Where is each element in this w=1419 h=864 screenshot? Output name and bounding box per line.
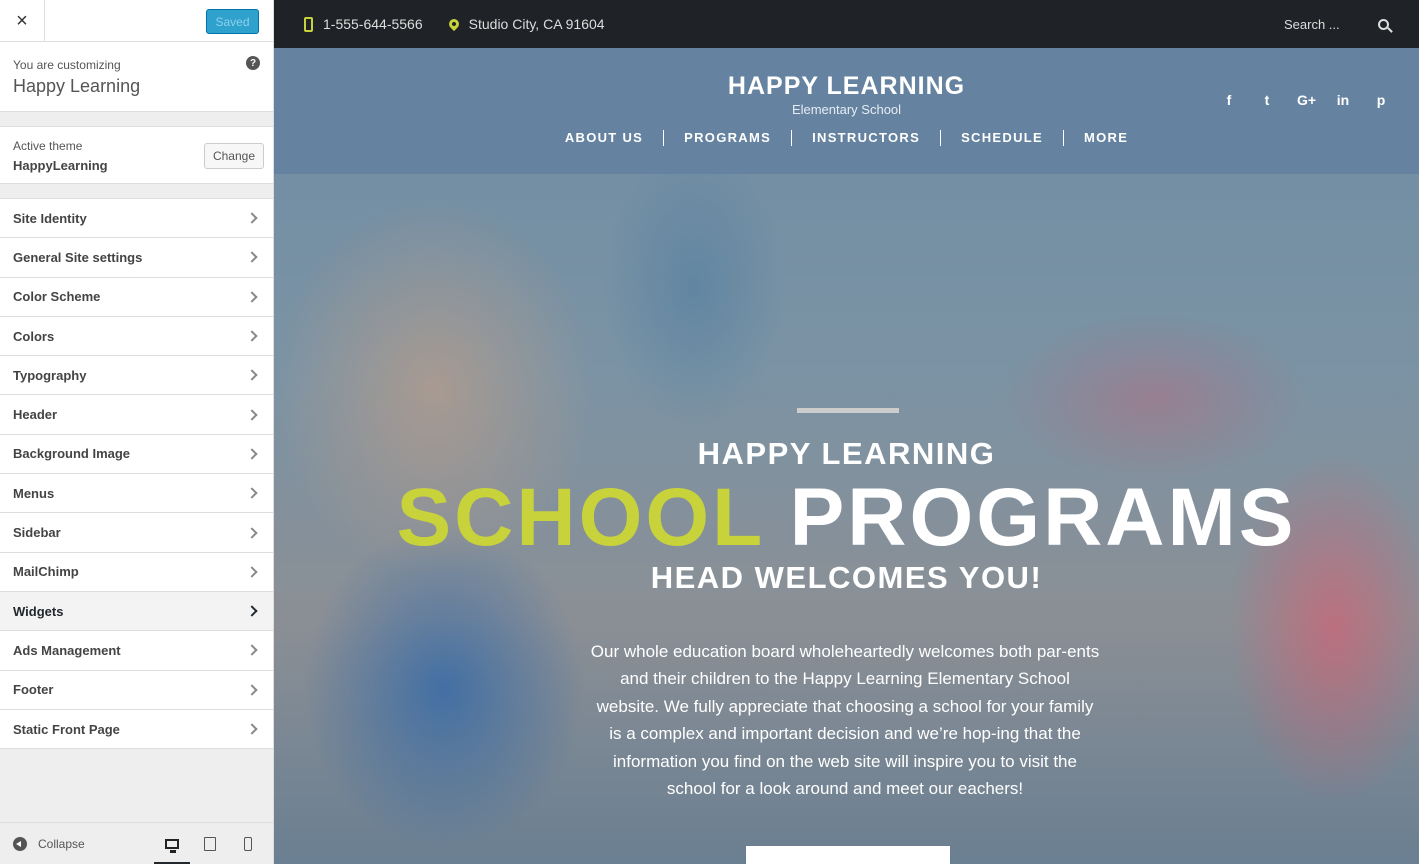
- section-label: Header: [13, 407, 58, 423]
- chevron-right-icon: [246, 291, 258, 303]
- help-icon[interactable]: ?: [246, 56, 260, 70]
- site-name: Happy Learning: [13, 76, 141, 96]
- hero-body-text: Our whole education board wholeheartedly…: [590, 642, 1100, 799]
- section-widgets[interactable]: Widgets: [0, 591, 273, 632]
- hero-kicker: HAPPY LEARNING: [697, 436, 996, 471]
- section-color-scheme[interactable]: Color Scheme: [0, 277, 273, 317]
- phone-number[interactable]: 1-555-644-5566: [323, 16, 423, 32]
- section-mailchimp[interactable]: MailChimp: [0, 552, 273, 592]
- topbar: 1-555-644-5566 Studio City, CA 91604: [274, 0, 1419, 48]
- section-label: Background Image: [13, 446, 131, 462]
- saved-button[interactable]: Saved: [206, 9, 259, 34]
- section-label: Menus: [13, 485, 55, 501]
- change-theme-button[interactable]: Change: [204, 143, 264, 169]
- search-input[interactable]: [1284, 16, 1370, 32]
- twitter-icon[interactable]: t: [1259, 92, 1275, 108]
- topbar-address: Studio City, CA 91604: [446, 16, 605, 32]
- section-footer[interactable]: Footer: [0, 670, 273, 710]
- chevron-right-icon: [246, 723, 258, 735]
- social-links: f t G+ in p: [1221, 92, 1389, 108]
- chevron-right-icon: [246, 684, 258, 696]
- chevron-right-icon: [246, 487, 258, 499]
- collapse-icon[interactable]: [13, 836, 27, 851]
- section-label: Sidebar: [13, 525, 61, 541]
- chevron-right-icon: [246, 212, 258, 224]
- section-label: General Site settings: [13, 249, 143, 265]
- section-colors[interactable]: Colors: [0, 316, 273, 357]
- section-label: Color Scheme: [13, 289, 101, 305]
- section-label: Typography: [13, 367, 87, 383]
- nav-item-more[interactable]: MORE: [1062, 130, 1148, 146]
- chevron-right-icon: [246, 605, 258, 617]
- customizing-info: You are customizing Happy Learning ?: [0, 42, 273, 112]
- customizing-label: You are customizing: [13, 58, 121, 72]
- section-header[interactable]: Header: [0, 395, 273, 435]
- desktop-preview-button[interactable]: [154, 829, 190, 864]
- section-label: Colors: [13, 328, 55, 344]
- tablet-icon: [204, 836, 216, 851]
- customizer-sidebar: × Saved You are customizing Happy Learni…: [0, 0, 274, 864]
- active-theme-panel: Active theme HappyLearning Change: [0, 126, 273, 184]
- phone-icon: [304, 16, 313, 32]
- chevron-right-icon: [246, 526, 258, 539]
- google-plus-icon[interactable]: G+: [1297, 92, 1316, 108]
- chevron-right-icon: [246, 251, 258, 264]
- chevron-right-icon: [246, 330, 258, 342]
- section-typography[interactable]: Typography: [0, 356, 273, 396]
- pinterest-icon[interactable]: p: [1373, 92, 1389, 108]
- desktop-icon: [165, 838, 179, 853]
- section-label: Ads Management: [13, 642, 121, 658]
- hero-subtitle: HEAD WELCOMES YOU!: [650, 560, 1043, 595]
- address: Studio City, CA 91604: [468, 16, 605, 32]
- site-search: [1284, 16, 1389, 32]
- close-customizer-button[interactable]: ×: [0, 0, 45, 42]
- chevron-right-icon: [246, 369, 258, 381]
- section-general-site-settings[interactable]: General Site settings: [0, 238, 273, 278]
- section-background-image[interactable]: Background Image: [0, 434, 273, 475]
- nav-item-about-us[interactable]: ABOUT US: [545, 130, 663, 146]
- facebook-icon[interactable]: f: [1221, 92, 1237, 108]
- topbar-phone: 1-555-644-5566: [304, 16, 423, 32]
- nav-item-instructors[interactable]: INSTRUCTORS: [791, 130, 940, 146]
- chevron-right-icon: [246, 448, 258, 460]
- map-pin-icon: [446, 16, 461, 32]
- section-label: Static Front Page: [13, 721, 120, 737]
- nav-item-schedule[interactable]: SCHEDULE: [940, 130, 1063, 146]
- section-label: Footer: [13, 682, 54, 698]
- mobile-icon: [244, 836, 252, 851]
- hero-title-accent: SCHOOL: [396, 472, 764, 563]
- section-ads-management[interactable]: Ads Management: [0, 631, 273, 671]
- main-navigation: ABOUT US PROGRAMS INSTRUCTORS SCHEDULE MORE: [274, 130, 1419, 146]
- section-menus[interactable]: Menus: [0, 474, 273, 514]
- hero-title-rest: PROGRAMS: [789, 472, 1297, 563]
- section-site-identity[interactable]: Site Identity: [0, 199, 273, 239]
- nav-item-programs[interactable]: PROGRAMS: [663, 130, 791, 146]
- section-label: MailChimp: [13, 564, 79, 580]
- customizer-header: × Saved: [0, 0, 273, 42]
- section-label: Widgets: [13, 603, 64, 619]
- section-label: Site Identity: [13, 210, 87, 226]
- mobile-preview-button[interactable]: [236, 829, 260, 859]
- site-preview: 1-555-644-5566 Studio City, CA 91604 HAP…: [274, 0, 1419, 864]
- linkedin-icon[interactable]: in: [1335, 92, 1351, 108]
- device-preview-buttons: [154, 829, 260, 864]
- chevron-right-icon: [246, 408, 258, 421]
- section-static-front-page[interactable]: Static Front Page: [0, 709, 273, 750]
- hero-cta-button[interactable]: [746, 846, 950, 864]
- hero-title: SCHOOL PROGRAMS: [274, 470, 1419, 565]
- search-icon[interactable]: [1378, 18, 1389, 30]
- customizer-sections: Site Identity General Site settings Color …: [0, 198, 273, 750]
- chevron-right-icon: [246, 644, 258, 657]
- hero-divider: [797, 408, 899, 413]
- chevron-right-icon: [246, 566, 258, 578]
- section-sidebar[interactable]: Sidebar: [0, 513, 273, 553]
- customizer-footer: Collapse: [0, 822, 273, 864]
- tablet-preview-button[interactable]: [198, 829, 222, 859]
- collapse-button[interactable]: Collapse: [38, 837, 85, 851]
